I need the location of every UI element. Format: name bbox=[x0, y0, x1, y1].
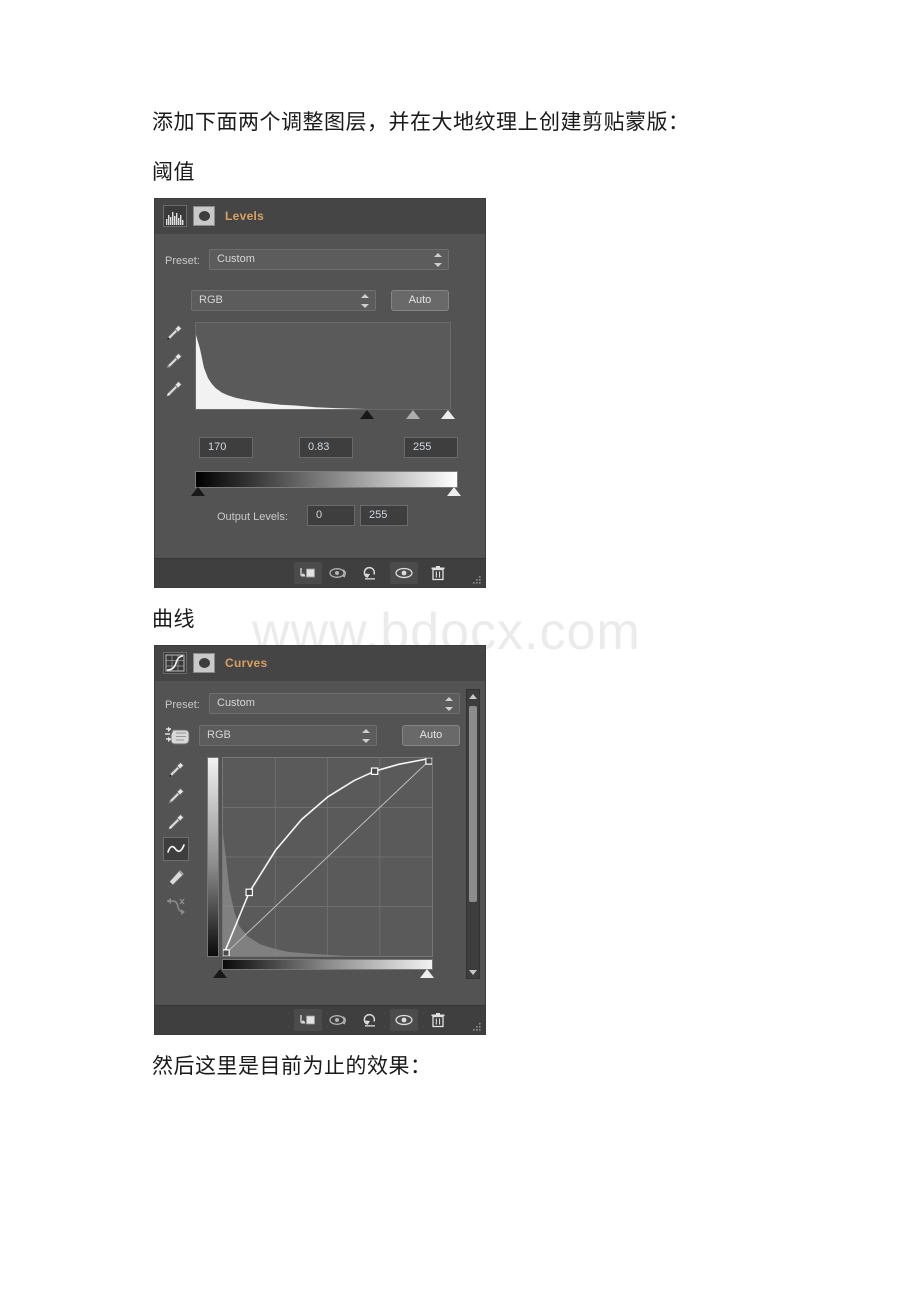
preset-select-value: Custom bbox=[217, 253, 255, 265]
histogram-icon bbox=[163, 205, 187, 227]
chevron-updown-icon bbox=[361, 294, 369, 308]
on-image-adjustment-hand-icon[interactable] bbox=[163, 723, 193, 749]
curves-icon bbox=[163, 652, 187, 674]
curves-panel-header: Curves bbox=[155, 646, 485, 682]
channel-select[interactable]: RGB bbox=[199, 725, 377, 746]
levels-histogram-plot bbox=[196, 335, 450, 409]
delete-adjustment-icon[interactable] bbox=[424, 562, 452, 584]
channel-select-value: RGB bbox=[199, 294, 223, 306]
chevron-updown-icon bbox=[445, 697, 453, 711]
smooth-curve-tool[interactable] bbox=[165, 895, 187, 917]
set-gray-point-eyedropper[interactable] bbox=[163, 350, 185, 372]
delete-adjustment-icon[interactable] bbox=[424, 1009, 452, 1031]
curve-black-input-slider[interactable] bbox=[213, 969, 227, 978]
output-black-field[interactable]: 0 bbox=[307, 505, 355, 526]
preset-select[interactable]: Custom bbox=[209, 249, 449, 270]
scroll-up-arrow-icon[interactable] bbox=[467, 690, 479, 702]
resize-grip-icon[interactable] bbox=[471, 573, 483, 585]
reset-adjustment-icon[interactable] bbox=[357, 562, 385, 584]
preset-label: Preset: bbox=[165, 255, 200, 267]
resize-grip-icon[interactable] bbox=[471, 1020, 483, 1032]
clip-to-layer-icon[interactable] bbox=[294, 562, 322, 584]
set-white-point-eyedropper[interactable] bbox=[165, 811, 187, 833]
highlight-input-slider[interactable] bbox=[441, 410, 456, 419]
preset-select-value: Custom bbox=[217, 697, 255, 709]
midtone-input-slider[interactable] bbox=[405, 410, 420, 419]
midtone-input-field[interactable]: 0.83 bbox=[299, 437, 353, 458]
input-levels-slider-track[interactable] bbox=[195, 410, 456, 422]
draw-pencil-curve-tool[interactable] bbox=[165, 867, 187, 889]
curves-caption: 曲线 bbox=[152, 607, 195, 631]
levels-panel-header: Levels bbox=[155, 199, 485, 235]
toggle-visibility-icon[interactable] bbox=[390, 1009, 418, 1031]
curves-adjustment-panel: Curves Preset: Custom RGB Auto bbox=[155, 646, 485, 1034]
highlight-input-field[interactable]: 255 bbox=[404, 437, 458, 458]
clipping-mask-icon[interactable] bbox=[193, 206, 215, 226]
output-levels-label: Output Levels: bbox=[217, 511, 288, 523]
toggle-visibility-icon[interactable] bbox=[390, 562, 418, 584]
set-white-point-eyedropper[interactable] bbox=[163, 378, 185, 400]
curves-panel-body: Preset: Custom RGB Auto bbox=[155, 681, 485, 1006]
set-black-point-eyedropper[interactable] bbox=[165, 759, 187, 781]
chevron-updown-icon bbox=[434, 253, 442, 267]
scroll-down-arrow-icon[interactable] bbox=[467, 966, 479, 978]
intro-paragraph: 添加下面两个调整图层，并在大地纹理上创建剪贴蒙版： bbox=[152, 110, 690, 134]
curve-output-gradient-bar bbox=[207, 757, 219, 957]
curve-input-gradient-bar bbox=[222, 959, 433, 970]
output-levels-gradient bbox=[195, 471, 458, 488]
curves-panel-footer bbox=[155, 1005, 485, 1034]
clipping-mask-icon[interactable] bbox=[193, 653, 215, 673]
toggle-previous-state-icon[interactable] bbox=[325, 1009, 353, 1031]
threshold-caption: 阈值 bbox=[152, 160, 195, 184]
levels-histogram bbox=[195, 322, 451, 410]
reset-adjustment-icon[interactable] bbox=[357, 1009, 385, 1031]
shadow-input-field[interactable]: 170 bbox=[199, 437, 253, 458]
output-white-field[interactable]: 255 bbox=[360, 505, 408, 526]
clip-to-layer-icon[interactable] bbox=[294, 1009, 322, 1031]
levels-panel-footer bbox=[155, 558, 485, 587]
levels-adjustment-panel: Levels Preset: Custom RGB Auto 170 0.83 … bbox=[155, 199, 485, 587]
set-black-point-eyedropper[interactable] bbox=[163, 322, 185, 344]
channel-select-value: RGB bbox=[207, 729, 231, 741]
shadow-input-slider[interactable] bbox=[359, 410, 374, 419]
page-title: Curves bbox=[225, 656, 268, 670]
auto-button[interactable]: Auto bbox=[391, 290, 449, 311]
preset-select[interactable]: Custom bbox=[209, 693, 460, 714]
channel-select[interactable]: RGB bbox=[191, 290, 376, 311]
mask-dot bbox=[198, 658, 210, 668]
output-black-slider[interactable] bbox=[191, 487, 205, 496]
mask-dot bbox=[198, 211, 210, 221]
curve-graph-plot bbox=[223, 758, 432, 956]
set-gray-point-eyedropper[interactable] bbox=[165, 785, 187, 807]
page-title: Levels bbox=[225, 209, 265, 223]
document-page: 添加下面两个调整图层，并在大地纹理上创建剪贴蒙版： 阈值 Levels Pres… bbox=[0, 0, 920, 1302]
preset-label: Preset: bbox=[165, 699, 200, 711]
curves-panel-scrollbar[interactable] bbox=[466, 689, 480, 979]
curve-graph[interactable] bbox=[222, 757, 433, 957]
levels-panel-body: Preset: Custom RGB Auto 170 0.83 255 Out… bbox=[155, 234, 485, 559]
scrollbar-thumb[interactable] bbox=[469, 706, 477, 902]
curve-white-input-slider[interactable] bbox=[420, 969, 434, 978]
result-paragraph: 然后这里是目前为止的效果： bbox=[152, 1054, 432, 1078]
chevron-updown-icon bbox=[362, 729, 370, 743]
edit-points-curve-tool[interactable] bbox=[163, 837, 189, 861]
toggle-previous-state-icon[interactable] bbox=[325, 562, 353, 584]
auto-button[interactable]: Auto bbox=[402, 725, 460, 746]
output-white-slider[interactable] bbox=[447, 487, 461, 496]
